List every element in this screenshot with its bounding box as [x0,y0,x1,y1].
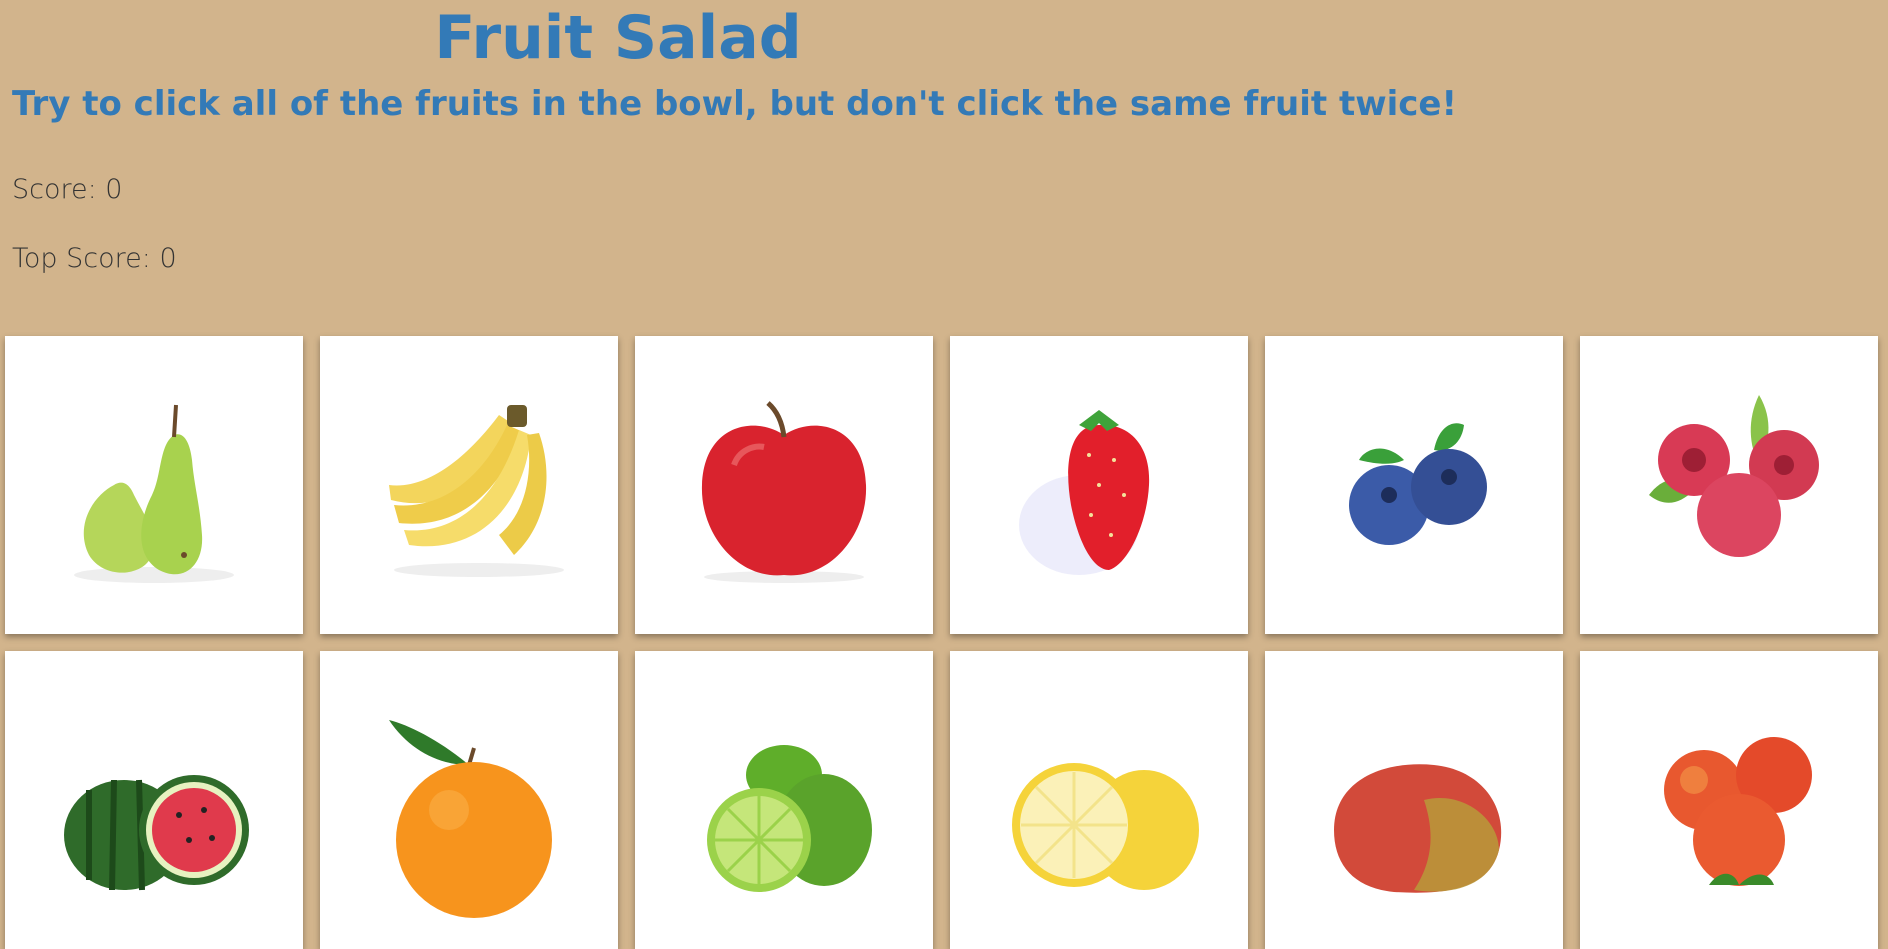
orange-icon [389,720,552,918]
lemon-icon [1012,763,1199,890]
apple-icon [701,401,867,583]
peach-icon [1664,737,1812,886]
score-display: Score: 0 [12,174,123,205]
fruit-card-apple[interactable] [635,336,933,634]
fruit-card-banana[interactable] [320,336,618,634]
strawberry-icon [1019,410,1150,575]
fruit-card-peach[interactable] [1580,651,1878,949]
lime-icon [707,745,872,892]
fruit-card-mango[interactable] [1265,651,1563,949]
page-title: Fruit Salad [434,3,802,73]
mango-icon [1334,764,1502,893]
banana-icon [389,405,564,577]
watermelon-icon [64,775,249,891]
fruit-card-pear[interactable] [5,336,303,634]
fruit-card-orange[interactable] [320,651,618,949]
raspberry-icon [1649,395,1819,557]
fruit-card-watermelon[interactable] [5,651,303,949]
fruit-card-lemon[interactable] [950,651,1248,949]
blueberry-icon [1349,423,1487,545]
pear-icon [74,404,234,583]
top-score-display: Top Score: 0 [12,243,177,274]
fruit-card-strawberry[interactable] [950,336,1248,634]
instructions-text: Try to click all of the fruits in the bo… [12,84,1457,124]
fruit-grid [5,336,1878,949]
fruit-card-blueberry[interactable] [1265,336,1563,634]
fruit-card-raspberry[interactable] [1580,336,1878,634]
fruit-card-lime[interactable] [635,651,933,949]
